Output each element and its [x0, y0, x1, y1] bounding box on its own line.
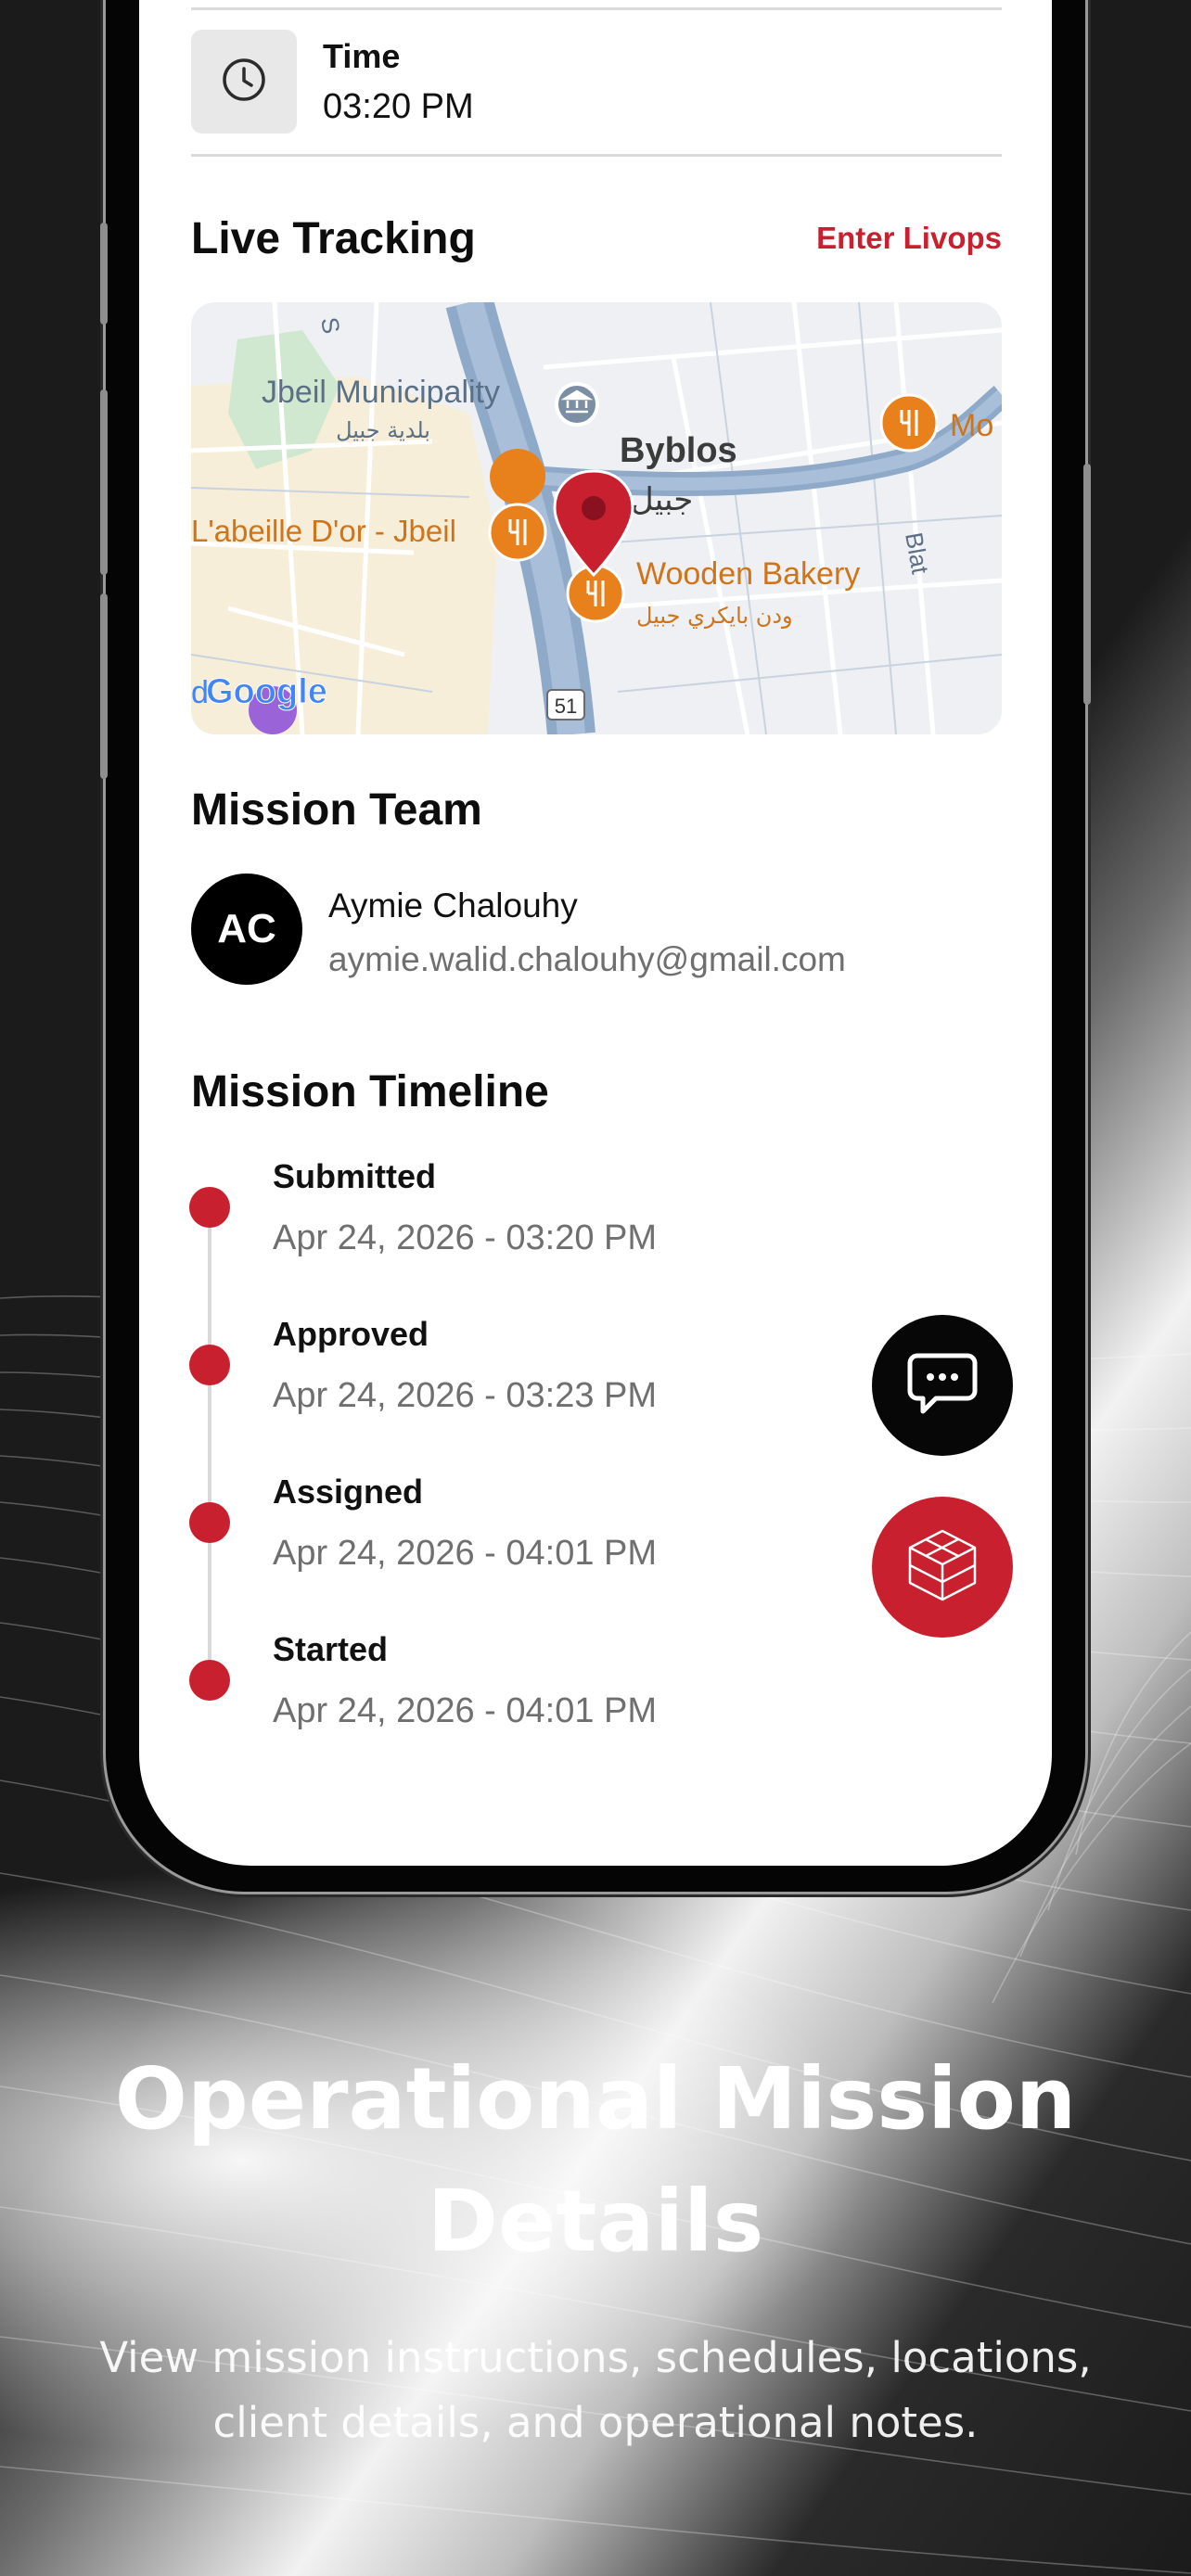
team-member-name: Aymie Chalouhy: [328, 886, 578, 925]
map-canvas: Jbeil Municipality بلدية جبيل Byblos جبي…: [191, 302, 1002, 734]
headline-line: Details: [427, 2172, 764, 2271]
map-label-municipality-ar: بلدية جبيل: [336, 417, 430, 443]
enter-livops-link[interactable]: Enter Livops: [816, 221, 1002, 256]
clock-icon: [221, 57, 267, 108]
timeline-dot: [189, 1187, 230, 1228]
timeline-dot: [189, 1345, 230, 1385]
timeline-status: Submitted: [273, 1157, 436, 1195]
timeline-date: Apr 24, 2026 - 04:01 PM: [273, 1534, 658, 1573]
map-label-municipality: Jbeil Municipality: [262, 375, 500, 410]
divider: [191, 154, 1002, 157]
map-label-restaurant: L'abeille D'or - Jbeil: [191, 514, 456, 548]
restaurant-poi-icon: [879, 393, 939, 453]
phone-side-button: [100, 389, 108, 575]
timeline-dot: [189, 1502, 230, 1543]
live-tracking-title: Live Tracking: [191, 214, 476, 263]
map-label-bakery-ar: ودن بايكري جبيل: [636, 603, 793, 629]
timeline-date: Apr 24, 2026 - 03:23 PM: [273, 1376, 658, 1415]
map-highway-shield: 51: [555, 695, 577, 718]
timeline-dot: [189, 1660, 230, 1701]
map-label-bakery: Wooden Bakery: [636, 556, 860, 592]
phone-side-button: [100, 223, 108, 325]
marketing-headline: Operational Mission Details: [0, 2038, 1191, 2283]
timeline-status: Approved: [273, 1315, 429, 1353]
google-logo: Google: [206, 672, 327, 711]
avatar: AC: [191, 874, 302, 985]
time-value: 03:20 PM: [323, 87, 474, 126]
timeline-line: [208, 1205, 211, 1678]
marketing-subtext: View mission instructions, schedules, lo…: [65, 2326, 1126, 2455]
mission-timeline-title: Mission Timeline: [191, 1067, 549, 1116]
livops-3d-button[interactable]: [872, 1497, 1013, 1638]
map-label-city: Byblos: [620, 431, 737, 470]
mission-team-title: Mission Team: [191, 785, 482, 835]
time-icon-box: [191, 30, 297, 134]
phone-side-button: [100, 593, 108, 779]
team-member-email: aymie.walid.chalouhy@gmail.com: [328, 940, 846, 978]
timeline-status: Assigned: [273, 1473, 424, 1511]
box-3d-icon: [901, 1524, 984, 1612]
timeline-status: Started: [273, 1630, 389, 1668]
divider: [191, 7, 1002, 10]
timeline-date: Apr 24, 2026 - 03:20 PM: [273, 1218, 658, 1257]
headline-line: Operational Mission: [114, 2049, 1077, 2149]
chat-icon: [906, 1350, 979, 1422]
subtext-line: client details, and operational notes.: [212, 2398, 979, 2447]
live-tracking-map[interactable]: Jbeil Municipality بلدية جبيل Byblos جبي…: [191, 302, 1002, 734]
map-label-city-ar: جبيل: [631, 481, 693, 518]
chat-button[interactable]: [872, 1315, 1013, 1456]
app-screen: Time 03:20 PM Live Tracking Enter Livops: [139, 0, 1052, 1866]
time-label: Time: [323, 37, 401, 75]
phone-power-button: [1083, 464, 1091, 705]
subtext-line: View mission instructions, schedules, lo…: [99, 2333, 1092, 2382]
timeline-date: Apr 24, 2026 - 04:01 PM: [273, 1691, 658, 1730]
map-label-poi-right: Mo: [950, 408, 993, 443]
